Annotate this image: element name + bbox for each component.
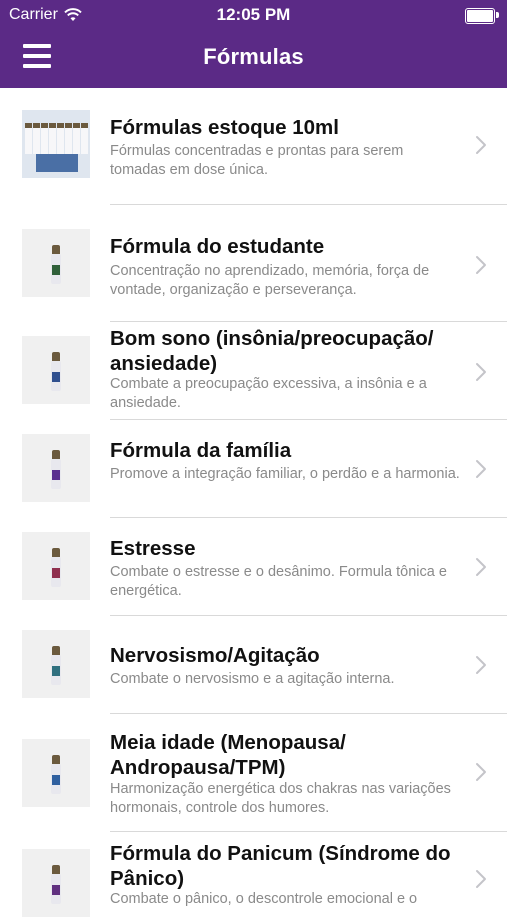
chevron-right-icon[interactable] xyxy=(475,869,487,889)
product-thumbnail xyxy=(22,739,90,807)
product-thumbnail xyxy=(22,110,90,178)
status-bar: Carrier 12:05 PM xyxy=(0,0,507,30)
list-item[interactable]: Nervosismo/Agitação Combate o nervosismo … xyxy=(0,616,507,714)
item-title: Fórmula do estudante xyxy=(110,235,325,258)
chevron-right-icon[interactable] xyxy=(475,655,487,675)
item-subtitle: Harmonização energética dos chakras nas … xyxy=(110,781,451,816)
item-subtitle: Combate o nervosismo e a agitação intern… xyxy=(110,671,395,687)
item-subtitle: Promove a integração familiar, o perdão … xyxy=(110,466,460,482)
product-thumbnail xyxy=(22,849,90,917)
item-title: Nervosismo/Agitação xyxy=(110,644,320,667)
list-item[interactable]: Fórmula do estudante Concentração no apre… xyxy=(0,205,507,322)
list-item[interactable]: Fórmula do Panicum (Síndrome do Pânico) C… xyxy=(0,832,507,917)
list-item[interactable]: Fórmulas estoque 10ml Fórmulas concentrad… xyxy=(0,88,507,205)
list-item[interactable]: Estresse Combate o estresse e o desânimo.… xyxy=(0,518,507,616)
item-subtitle: Concentração no aprendizado, memória, fo… xyxy=(110,263,430,298)
product-thumbnail xyxy=(22,434,90,502)
chevron-right-icon[interactable] xyxy=(475,255,487,275)
list-item[interactable]: Fórmula da família Promove a integração f… xyxy=(0,420,507,518)
list-item[interactable]: Meia idade (Menopausa/ Andropausa/TPM) Ha… xyxy=(0,714,507,832)
item-title: Meia idade (Menopausa/ Andropausa/TPM) xyxy=(110,731,346,779)
list-item[interactable]: Bom sono (insônia/preocupação/ ansiedade… xyxy=(0,322,507,420)
product-thumbnail xyxy=(22,630,90,698)
product-thumbnail xyxy=(22,532,90,600)
item-subtitle: Fórmulas concentradas e prontas para ser… xyxy=(110,143,404,178)
item-title: Fórmulas estoque 10ml xyxy=(110,116,339,139)
product-thumbnail xyxy=(22,229,90,297)
chevron-right-icon[interactable] xyxy=(475,557,487,577)
chevron-right-icon[interactable] xyxy=(475,362,487,382)
item-title: Bom sono (insônia/preocupação/ ansiedade… xyxy=(110,327,434,375)
battery-icon xyxy=(465,8,499,24)
page-title: Fórmulas xyxy=(203,44,304,69)
item-title: Estresse xyxy=(110,537,196,560)
item-subtitle: Combate o estresse e o desânimo. Formula… xyxy=(110,564,447,599)
item-title: Fórmula da família xyxy=(110,439,292,462)
navigation-bar: Carrier 12:05 PM Fórmulas xyxy=(0,0,507,88)
chevron-right-icon[interactable] xyxy=(475,762,487,782)
chevron-right-icon[interactable] xyxy=(475,135,487,155)
item-title: Fórmula do Panicum (Síndrome do Pânico) xyxy=(110,842,451,890)
chevron-right-icon[interactable] xyxy=(475,459,487,479)
status-time: 12:05 PM xyxy=(216,5,291,24)
item-subtitle: Combate a preocupação excessiva, a insôn… xyxy=(110,376,427,411)
product-thumbnail xyxy=(22,336,90,404)
